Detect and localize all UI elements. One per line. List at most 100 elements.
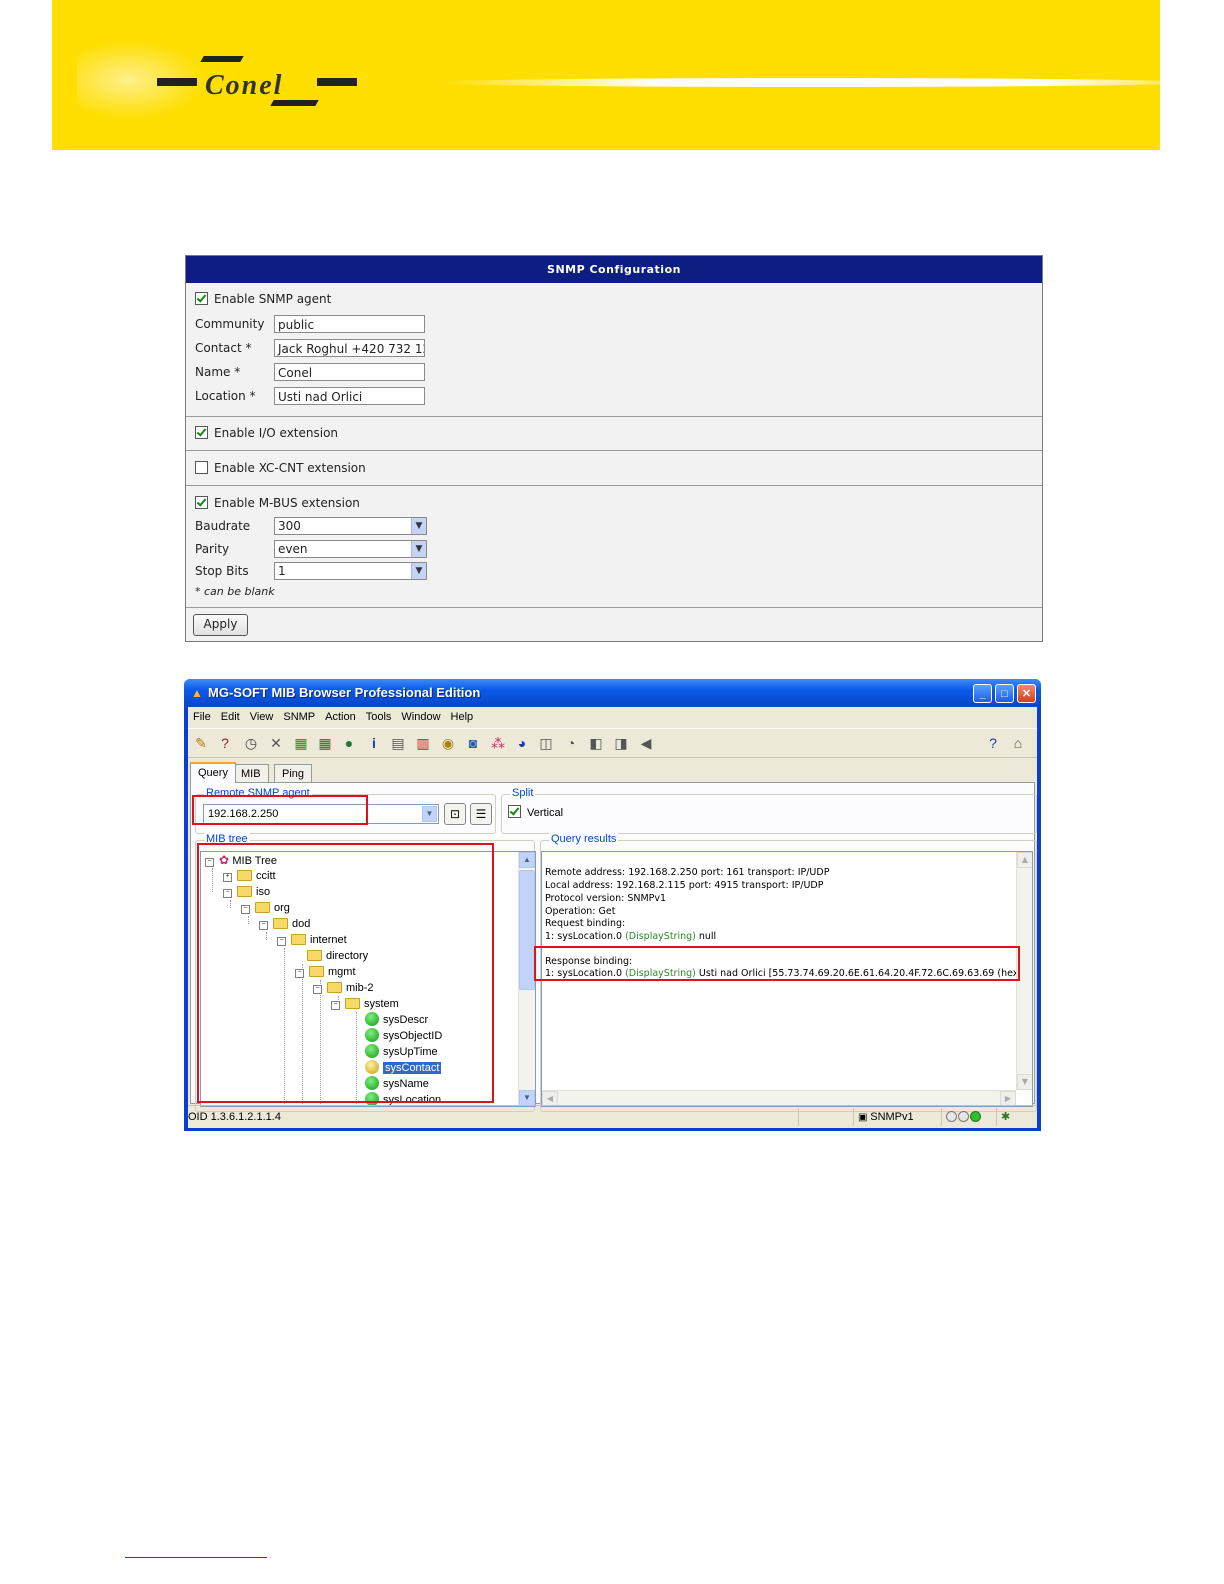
split-group: Split Vertical: [501, 787, 1037, 834]
apply-button[interactable]: Apply: [193, 614, 248, 636]
result-remote-address: Remote address: 192.168.2.250 port: 161 …: [545, 867, 830, 878]
enable-snmp-agent-checkbox[interactable]: [195, 292, 208, 305]
find-icon[interactable]: ◉: [439, 734, 457, 752]
enable-mbus-label: Enable M-BUS extension: [214, 496, 360, 510]
help-icon[interactable]: ?: [984, 734, 1002, 752]
name-label: Name *: [195, 365, 241, 379]
result-protocol: Protocol version: SNMPv1: [545, 893, 667, 904]
stop-bits-select[interactable]: 1 ▼: [274, 562, 427, 580]
export-icon[interactable]: ◨: [612, 734, 630, 752]
alarm-icon[interactable]: ◔: [562, 734, 580, 752]
community-label: Community: [195, 317, 265, 331]
highlight-mib-tree: [197, 843, 494, 1103]
table-icon[interactable]: ▤: [389, 734, 407, 752]
chevron-down-icon[interactable]: ▼: [411, 563, 426, 579]
enable-io-row[interactable]: Enable I/O extension: [195, 423, 338, 443]
menu-window[interactable]: Window: [396, 707, 445, 727]
footer-link-underline: [125, 1557, 267, 1558]
blank-note: * can be blank: [195, 585, 275, 598]
agent-section: Enable SNMP agent Community public Conta…: [186, 283, 1042, 416]
enable-mbus-row[interactable]: Enable M-BUS extension: [195, 493, 360, 513]
maximize-button[interactable]: □: [995, 684, 1014, 703]
window-titlebar[interactable]: ▲ MG-SOFT MIB Browser Professional Editi…: [184, 679, 1041, 707]
vertical-label: Vertical: [527, 807, 564, 819]
lock-icon: ▣: [858, 1112, 871, 1123]
minimize-button[interactable]: _: [973, 684, 992, 703]
baudrate-select[interactable]: 300 ▼: [274, 517, 427, 535]
io-section: Enable I/O extension: [186, 416, 1042, 450]
name-input[interactable]: Conel: [274, 363, 425, 381]
chevron-down-icon[interactable]: ▼: [422, 806, 437, 822]
tab-ping[interactable]: Ping: [274, 764, 313, 782]
menu-snmp[interactable]: SNMP: [278, 707, 320, 727]
location-input[interactable]: Usti nad Orlici: [274, 387, 425, 405]
tools-icon[interactable]: ✕: [267, 734, 285, 752]
status-version: SNMPv1: [870, 1111, 914, 1123]
scroll-down-icon[interactable]: ▼: [1017, 1074, 1032, 1090]
split-label: Split: [510, 787, 536, 799]
compile-icon[interactable]: ◧: [587, 734, 605, 752]
pie-icon[interactable]: ◕: [513, 734, 531, 752]
result-request-binding: Request binding:: [545, 918, 626, 929]
parity-select[interactable]: even ▼: [274, 540, 427, 558]
status-bar: OID 1.3.6.1.2.1.1.4 ▣ SNMPv1 ✱: [188, 1105, 1037, 1128]
menu-file[interactable]: File: [188, 707, 216, 727]
status-light-icon: [958, 1111, 969, 1122]
community-input[interactable]: public: [274, 315, 425, 333]
tab-query[interactable]: Query: [190, 762, 236, 783]
scroll-up-icon[interactable]: ▲: [1017, 852, 1032, 868]
scroll-up-icon[interactable]: ▲: [519, 852, 535, 868]
menu-edit[interactable]: Edit: [216, 707, 245, 727]
logo-text: Conel: [205, 70, 284, 101]
status-light-icon: [946, 1111, 957, 1122]
menu-view[interactable]: View: [245, 707, 279, 727]
tree-scroll-thumb[interactable]: [519, 870, 535, 990]
toolbar: ✎ ? ◷ ✕ ▦ ▦ ● i ▤ ▥ ◉ ◙ ⁂ ◕ ◫ ◔ ◧ ◨ ◀ ? …: [188, 728, 1037, 758]
mbus-section: Enable M-BUS extension Baudrate 300 ▼ Pa…: [186, 485, 1042, 607]
agent-properties-icon[interactable]: ⊡: [444, 803, 466, 825]
speaker-icon[interactable]: ◀: [637, 734, 655, 752]
scroll-down-icon[interactable]: ▼: [519, 1090, 535, 1106]
close-button[interactable]: ✕: [1017, 684, 1036, 703]
enable-snmp-agent-row[interactable]: Enable SNMP agent: [195, 289, 331, 309]
stop-icon[interactable]: ◫: [537, 734, 555, 752]
open-icon[interactable]: ✎: [192, 734, 210, 752]
status-light-icon: [970, 1111, 981, 1122]
chevron-down-icon[interactable]: ▼: [411, 541, 426, 557]
banner-swoosh: [432, 78, 1192, 87]
menu-help[interactable]: Help: [446, 707, 479, 727]
tab-mib[interactable]: MIB: [233, 764, 269, 782]
baudrate-label: Baudrate: [195, 519, 251, 533]
menu-tools[interactable]: Tools: [361, 707, 397, 727]
query-icon[interactable]: ?: [216, 734, 234, 752]
enable-io-label: Enable I/O extension: [214, 426, 339, 440]
tree-icon[interactable]: ⁂: [489, 734, 507, 752]
highlight-remote-agent: [192, 795, 368, 825]
enable-xc-row[interactable]: Enable XC-CNT extension: [195, 458, 366, 478]
header-banner: Conel: [52, 0, 1192, 150]
tree-scrollbar[interactable]: ▲ ▼: [518, 852, 535, 1106]
enable-xc-checkbox[interactable]: [195, 461, 208, 474]
xc-cnt-section: Enable XC-CNT extension: [186, 450, 1042, 485]
enable-io-checkbox[interactable]: [195, 426, 208, 439]
vertical-option[interactable]: Vertical: [508, 805, 563, 821]
clock-icon[interactable]: ◷: [242, 734, 260, 752]
chart-icon[interactable]: ▥: [414, 734, 432, 752]
window-title: MG-SOFT MIB Browser Professional Edition: [208, 685, 481, 700]
chevron-down-icon[interactable]: ▼: [411, 518, 426, 534]
app-icon: ▲: [191, 686, 203, 700]
home-icon[interactable]: ⌂: [1009, 734, 1027, 752]
agent-list-icon[interactable]: ☰: [470, 803, 492, 825]
walk-icon[interactable]: ▦: [292, 734, 310, 752]
contact-input[interactable]: Jack Roghul +420 732 123 4: [274, 339, 425, 357]
info-icon[interactable]: i: [365, 734, 383, 752]
vertical-checkbox[interactable]: [508, 805, 521, 818]
enable-mbus-checkbox[interactable]: [195, 496, 208, 509]
globe-icon[interactable]: ●: [340, 734, 358, 752]
trap-icon[interactable]: ◙: [464, 734, 482, 752]
parity-value: even: [278, 542, 308, 556]
contact-label: Contact *: [195, 341, 252, 355]
baudrate-value: 300: [278, 519, 301, 533]
get-icon[interactable]: ▦: [316, 734, 334, 752]
menu-action[interactable]: Action: [320, 707, 361, 727]
